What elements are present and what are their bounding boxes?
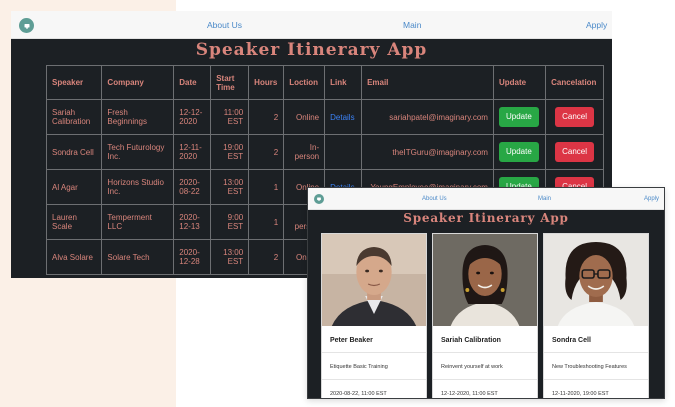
card-divider: [544, 379, 648, 380]
col-header-speaker: Speaker: [45, 65, 103, 100]
col-header-cancelation: Cancelation: [545, 65, 604, 100]
cancel-button[interactable]: Cancel: [555, 107, 594, 127]
card-divider: [433, 352, 537, 353]
card-divider: [322, 352, 426, 353]
cell-speaker: Sondra Cell: [45, 134, 103, 170]
nav-about-link[interactable]: About Us: [207, 20, 242, 30]
speaker-card[interactable]: Peter Beaker Etiquette Basic Training 20…: [321, 233, 427, 398]
col-header-link: Link: [324, 65, 363, 100]
cell-date: 12-11-2020: [173, 134, 212, 170]
col-header-company: Company: [101, 65, 175, 100]
cell-company: Horizons Studio Inc.: [101, 169, 175, 205]
update-button[interactable]: Update: [498, 107, 539, 127]
details-link[interactable]: Details: [324, 99, 363, 135]
cell-date: 2020-12-28: [173, 239, 212, 275]
table-header-row: Speaker Company Date Start Time Hours Lo…: [45, 65, 604, 100]
speaker-name: Sondra Cell: [552, 337, 591, 344]
cell-email: sariahpatel@imaginary.com: [361, 99, 494, 135]
cell-speaker: Al Agar: [45, 169, 103, 205]
cell-update: Update: [492, 99, 547, 135]
speaker-datetime: 12-12-2020, 11:00 EST: [441, 391, 498, 397]
update-button[interactable]: Update: [498, 142, 539, 162]
nav-about-link[interactable]: About Us: [422, 196, 447, 202]
cell-date: 12-12-2020: [173, 99, 212, 135]
speaker-cards-window: About Us Main Apply Speaker Itinerary Ap…: [307, 187, 665, 399]
cell-date: 2020-12-13: [173, 204, 212, 240]
speaker-name: Sariah Calibration: [441, 337, 501, 344]
nav-apply-link[interactable]: Apply: [644, 196, 659, 202]
speaker-topic: New Troubleshooting Features: [552, 364, 627, 370]
cell-hours: 1: [248, 169, 285, 205]
cell-location: In-person: [283, 134, 326, 170]
speaker-datetime: 12-11-2020, 19:00 EST: [552, 391, 609, 397]
card-divider: [544, 352, 648, 353]
nav-apply-link[interactable]: Apply: [586, 20, 607, 30]
speaker-card[interactable]: Sondra Cell New Troubleshooting Features…: [543, 233, 649, 398]
nav-main-link[interactable]: Main: [403, 20, 421, 30]
cell-email: theITGuru@imaginary.com: [361, 134, 494, 170]
cell-start-time: 13:00 EST: [210, 239, 250, 275]
cell-start-time: 11:00 EST: [210, 99, 250, 135]
navbar: About Us Main Apply: [11, 11, 612, 39]
speaker-topic: Reinvent yourself at work: [441, 364, 503, 370]
page-title: Speaker Itinerary App: [195, 40, 428, 60]
cell-speaker: Sariah Calibration: [45, 99, 103, 135]
nav-main-link[interactable]: Main: [538, 196, 551, 202]
cell-start-time: 19:00 EST: [210, 134, 250, 170]
speaker-name: Peter Beaker: [330, 337, 373, 344]
cell-update: Update: [492, 134, 547, 170]
cell-hours: 2: [248, 99, 285, 135]
details-link[interactable]: [324, 134, 363, 170]
card-divider: [433, 379, 537, 380]
col-header-email: Email: [361, 65, 494, 100]
speaker-photo: [544, 234, 648, 326]
page-title: Speaker Itinerary App: [403, 211, 569, 225]
speaker-photo: [322, 234, 426, 326]
cell-company: Solare Tech: [101, 239, 175, 275]
cell-hours: 2: [248, 239, 285, 275]
cell-date: 2020-08-22: [173, 169, 212, 205]
cell-company: Tech Futurology Inc.: [101, 134, 175, 170]
circular-logo-icon[interactable]: [19, 18, 34, 33]
speaker-photo: [433, 234, 537, 326]
cell-location: Online: [283, 99, 326, 135]
speaker-datetime: 2020-08-22, 11:00 EST: [330, 391, 387, 397]
card-divider: [322, 379, 426, 380]
speaker-topic: Etiquette Basic Training: [330, 364, 388, 370]
col-header-location: Loction: [283, 65, 326, 100]
table-row: Sondra Cell Tech Futurology Inc. 12-11-2…: [45, 134, 604, 170]
navbar: About Us Main Apply: [308, 188, 664, 210]
cancel-button[interactable]: Cancel: [555, 142, 594, 162]
cell-company: Fresh Beginnings: [101, 99, 175, 135]
cell-hours: 2: [248, 134, 285, 170]
cell-cancel: Cancel: [545, 134, 604, 170]
cell-start-time: 13:00 EST: [210, 169, 250, 205]
cell-hours: 1: [248, 204, 285, 240]
cell-company: Temperment LLC: [101, 204, 175, 240]
cell-start-time: 9:00 EST: [210, 204, 250, 240]
cell-speaker: Alva Solare: [45, 239, 103, 275]
col-header-hours: Hours: [248, 65, 285, 100]
cell-speaker: Lauren Scale: [45, 204, 103, 240]
table-row: Sariah Calibration Fresh Beginnings 12-1…: [45, 99, 604, 135]
col-header-update: Update: [492, 65, 547, 100]
cell-cancel: Cancel: [545, 99, 604, 135]
circular-logo-icon[interactable]: [314, 194, 324, 204]
speaker-card[interactable]: Sariah Calibration Reinvent yourself at …: [432, 233, 538, 398]
col-header-date: Date: [173, 65, 212, 100]
col-header-start-time: Start Time: [210, 65, 250, 100]
